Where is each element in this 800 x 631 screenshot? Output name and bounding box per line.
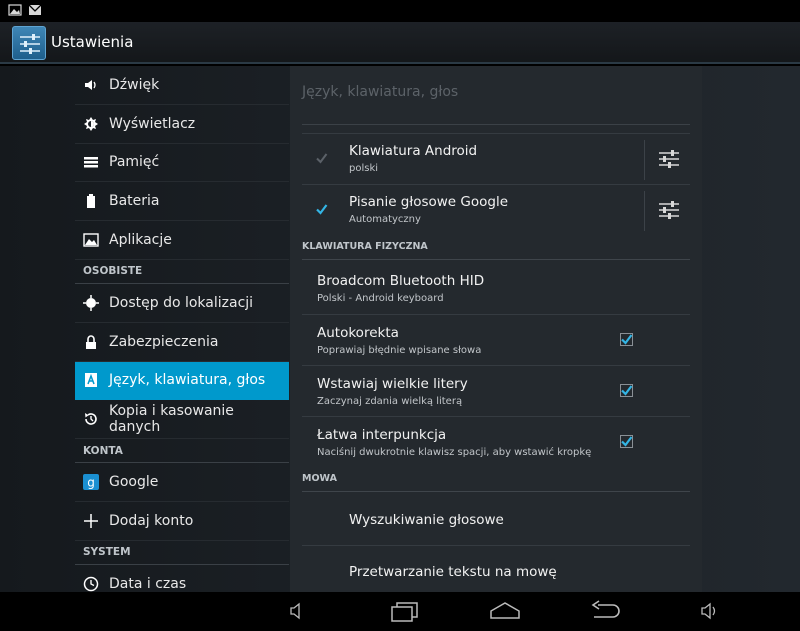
keyboard-android-row[interactable]: Klawiatura Android polski (302, 133, 690, 184)
checkbox-checked-disabled-icon (316, 153, 328, 164)
volume-icon (83, 77, 99, 93)
checkbox-checked-icon[interactable] (315, 203, 328, 216)
brightness-icon (83, 116, 99, 132)
setting-subtitle: Poprawiaj błędnie wpisane słowa (317, 345, 482, 356)
sidebar-item-label: Bateria (109, 193, 160, 210)
auto-caps-row[interactable]: Wstawiaj wielkie litery Zaczynaj zdania … (302, 365, 690, 416)
sidebar-item-google[interactable]: g Google (75, 463, 289, 502)
lock-icon (83, 334, 99, 350)
sidebar-item-label: Kopia i kasowanie danych (109, 403, 234, 436)
svg-text:g: g (87, 476, 95, 490)
voice-typing-row[interactable]: Pisanie głosowe Google Automatyczny (302, 184, 690, 235)
sidebar-item-display[interactable]: Wyświetlacz (75, 105, 289, 144)
text-to-speech-row[interactable]: Przetwarzanie tekstu na mowę (302, 545, 690, 592)
backup-icon (83, 411, 99, 427)
battery-icon (83, 193, 99, 209)
auto-punctuation-row[interactable]: Łatwa interpunkcja Naciśnij dwukrotnie k… (302, 416, 690, 467)
volume-down-icon[interactable] (288, 600, 306, 622)
sidebar-item-label: Zabezpieczenia (109, 333, 219, 350)
keyboard-subtitle: polski (349, 163, 379, 174)
checkbox-checked-icon[interactable] (620, 384, 633, 397)
setting-title: Autokorekta (317, 325, 399, 341)
main-area: Dźwięk Wyświetlacz Pamięć Bateria Aplika… (0, 66, 800, 592)
divider (644, 191, 645, 231)
sidebar-item-label: Google (109, 474, 159, 491)
location-icon (83, 294, 99, 311)
clock-icon (83, 576, 99, 592)
sidebar-item-label: Wyświetlacz (109, 115, 196, 132)
status-bar (0, 0, 800, 22)
settings-sidebar: Dźwięk Wyświetlacz Pamięć Bateria Aplika… (75, 66, 289, 592)
plus-icon (83, 513, 99, 529)
page-title: Język, klawiatura, głos (302, 84, 459, 100)
sidebar-item-apps[interactable]: Aplikacje (75, 221, 289, 260)
sidebar-item-battery[interactable]: Bateria (75, 182, 289, 222)
settings-icon[interactable] (12, 26, 46, 60)
settings-detail-panel: Język, klawiatura, głos Klawiatura Andro… (290, 66, 702, 592)
setting-title: Przetwarzanie tekstu na mowę (349, 564, 557, 580)
storage-icon (83, 154, 99, 170)
keyboard-icon (83, 372, 99, 388)
sidebar-item-add-account[interactable]: Dodaj konto (75, 502, 289, 541)
apps-icon (83, 232, 99, 248)
divider (644, 140, 645, 180)
setting-subtitle: Zaczynaj zdania wielką literą (317, 396, 463, 407)
sidebar-item-label: Aplikacje (109, 232, 172, 249)
sidebar-item-label: Język, klawiatura, głos (109, 372, 266, 389)
back-icon[interactable] (588, 600, 622, 622)
sidebar-item-backup[interactable]: Kopia i kasowanie danych (75, 400, 289, 440)
setting-subtitle: Polski - Android keyboard (317, 293, 444, 304)
setting-title: Wyszukiwanie głosowe (349, 512, 504, 528)
setting-title: Łatwa interpunkcja (317, 427, 447, 443)
sidebar-item-security[interactable]: Zabezpieczenia (75, 323, 289, 362)
checkbox-checked-icon[interactable] (620, 333, 633, 346)
sidebar-item-storage[interactable]: Pamięć (75, 144, 289, 183)
section-personal: OSOBISTE (75, 260, 289, 284)
sidebar-item-language[interactable]: Język, klawiatura, głos (75, 361, 289, 401)
sidebar-item-label: Dodaj konto (109, 512, 194, 529)
keyboard-title: Pisanie głosowe Google (349, 194, 509, 210)
section-system: SYSTEM (75, 541, 289, 565)
recent-apps-icon[interactable] (388, 600, 420, 622)
home-icon[interactable] (488, 600, 522, 622)
volume-up-icon[interactable] (700, 600, 722, 622)
keyboard-settings-icon[interactable] (658, 200, 680, 220)
divider (302, 124, 690, 125)
google-icon: g (83, 474, 99, 491)
mail-icon (28, 4, 42, 15)
action-bar: Ustawienia (0, 22, 800, 64)
section-speech: MOWA (302, 470, 690, 492)
section-accounts: KONTA (75, 439, 289, 464)
setting-title: Wstawiaj wielkie litery (317, 376, 468, 392)
checkbox-checked-icon[interactable] (620, 435, 633, 448)
keyboard-title: Klawiatura Android (349, 143, 478, 159)
sidebar-item-location[interactable]: Dostęp do lokalizacji (75, 284, 289, 323)
section-physical-keyboard: KLAWIATURA FIZYCZNA (302, 238, 690, 260)
setting-subtitle: Naciśnij dwukrotnie klawisz spacji, aby … (317, 447, 592, 458)
keyboard-subtitle: Automatyczny (349, 214, 421, 225)
sidebar-item-sound[interactable]: Dźwięk (75, 66, 289, 105)
sidebar-item-label: Pamięć (109, 154, 160, 171)
image-icon (8, 4, 22, 16)
sidebar-item-label: Data i czas (109, 575, 187, 592)
autocorrect-row[interactable]: Autokorekta Poprawiaj błędnie wpisane sł… (302, 314, 690, 365)
bluetooth-keyboard-row[interactable]: Broadcom Bluetooth HID Polski - Android … (302, 263, 690, 314)
sidebar-item-label: Dźwięk (109, 76, 160, 93)
app-title: Ustawienia (51, 33, 134, 51)
sidebar-item-label: Dostęp do lokalizacji (109, 294, 254, 311)
sidebar-item-date-time[interactable]: Data i czas (75, 565, 289, 592)
voice-search-row[interactable]: Wyszukiwanie głosowe (302, 494, 690, 545)
navigation-bar (0, 592, 800, 631)
keyboard-settings-icon[interactable] (658, 149, 680, 169)
setting-title: Broadcom Bluetooth HID (317, 273, 485, 289)
